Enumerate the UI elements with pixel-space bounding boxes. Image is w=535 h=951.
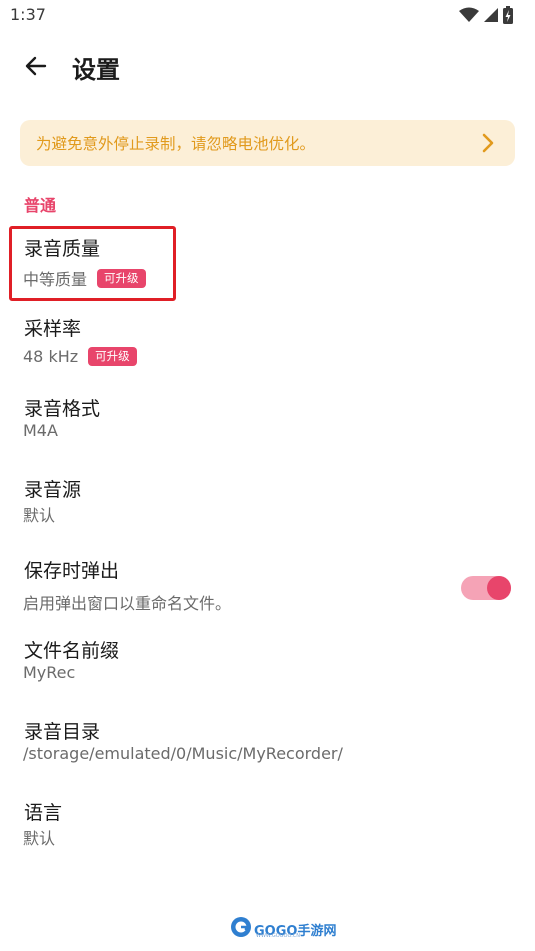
watermark-subtext: WWW.GOGOO.CN <box>256 933 301 939</box>
pref-summary: MyRec <box>23 663 76 682</box>
wifi-icon <box>459 7 479 27</box>
pref-summary-text: 48 kHz <box>23 347 79 366</box>
watermark-logo: GOGO手游网 WWW.GOGOO.CN <box>230 916 336 942</box>
page-title: 设置 <box>72 56 120 84</box>
pref-summary: 启用弹出窗口以重命名文件。 <box>23 594 232 613</box>
pref-title: 录音格式 <box>24 398 101 420</box>
pref-recording-directory[interactable]: 录音目录 /storage/emulated/0/Music/MyRecorde… <box>0 711 535 787</box>
upgrade-badge: 可升级 <box>97 268 146 288</box>
battery-optimization-banner[interactable]: 为避免意外停止录制，请忽略电池优化。 <box>20 120 515 166</box>
battery-charging-icon <box>503 6 513 28</box>
chevron-right-icon <box>477 132 499 154</box>
pref-sample-rate[interactable]: 采样率 48 kHz 可升级 <box>0 308 535 384</box>
status-bar: 1:37 <box>0 0 535 32</box>
popup-on-save-toggle[interactable] <box>461 576 511 600</box>
pref-recording-format[interactable]: 录音格式 M4A <box>0 388 535 464</box>
toggle-thumb <box>487 576 511 600</box>
cell-signal-icon <box>483 7 499 27</box>
pref-recording-quality[interactable]: 录音质量 中等质量 可升级 <box>0 226 535 304</box>
pref-summary: 48 kHz 可升级 <box>23 347 137 366</box>
arrow-left-icon <box>24 54 48 82</box>
pref-title: 录音质量 <box>24 238 101 260</box>
pref-title: 文件名前缀 <box>24 640 120 662</box>
status-time: 1:37 <box>10 5 46 24</box>
pref-summary-text: 中等质量 <box>23 270 88 289</box>
app-bar: 设置 <box>0 40 535 96</box>
gogo-logo-icon <box>230 916 252 942</box>
pref-summary: /storage/emulated/0/Music/MyRecorder/ <box>23 744 343 763</box>
pref-language[interactable]: 语言 默认 <box>0 792 535 868</box>
section-header-general: 普通 <box>24 196 57 215</box>
pref-filename-prefix[interactable]: 文件名前缀 MyRec <box>0 630 535 706</box>
pref-title: 语言 <box>24 802 63 824</box>
pref-title: 保存时弹出 <box>24 560 120 582</box>
pref-title: 录音源 <box>24 479 82 501</box>
pref-summary: 默认 <box>23 829 56 848</box>
upgrade-badge: 可升级 <box>88 347 137 366</box>
pref-title: 录音目录 <box>24 721 101 743</box>
pref-summary: 默认 <box>23 506 56 525</box>
pref-popup-on-save[interactable]: 保存时弹出 启用弹出窗口以重命名文件。 <box>0 550 535 626</box>
pref-summary: M4A <box>23 421 58 440</box>
pref-recording-source[interactable]: 录音源 默认 <box>0 469 535 545</box>
status-icons <box>459 6 513 28</box>
banner-text: 为避免意外停止录制，请忽略电池优化。 <box>36 135 316 153</box>
back-button[interactable] <box>14 46 58 90</box>
pref-title: 采样率 <box>24 318 82 340</box>
pref-summary: 中等质量 可升级 <box>23 266 146 290</box>
